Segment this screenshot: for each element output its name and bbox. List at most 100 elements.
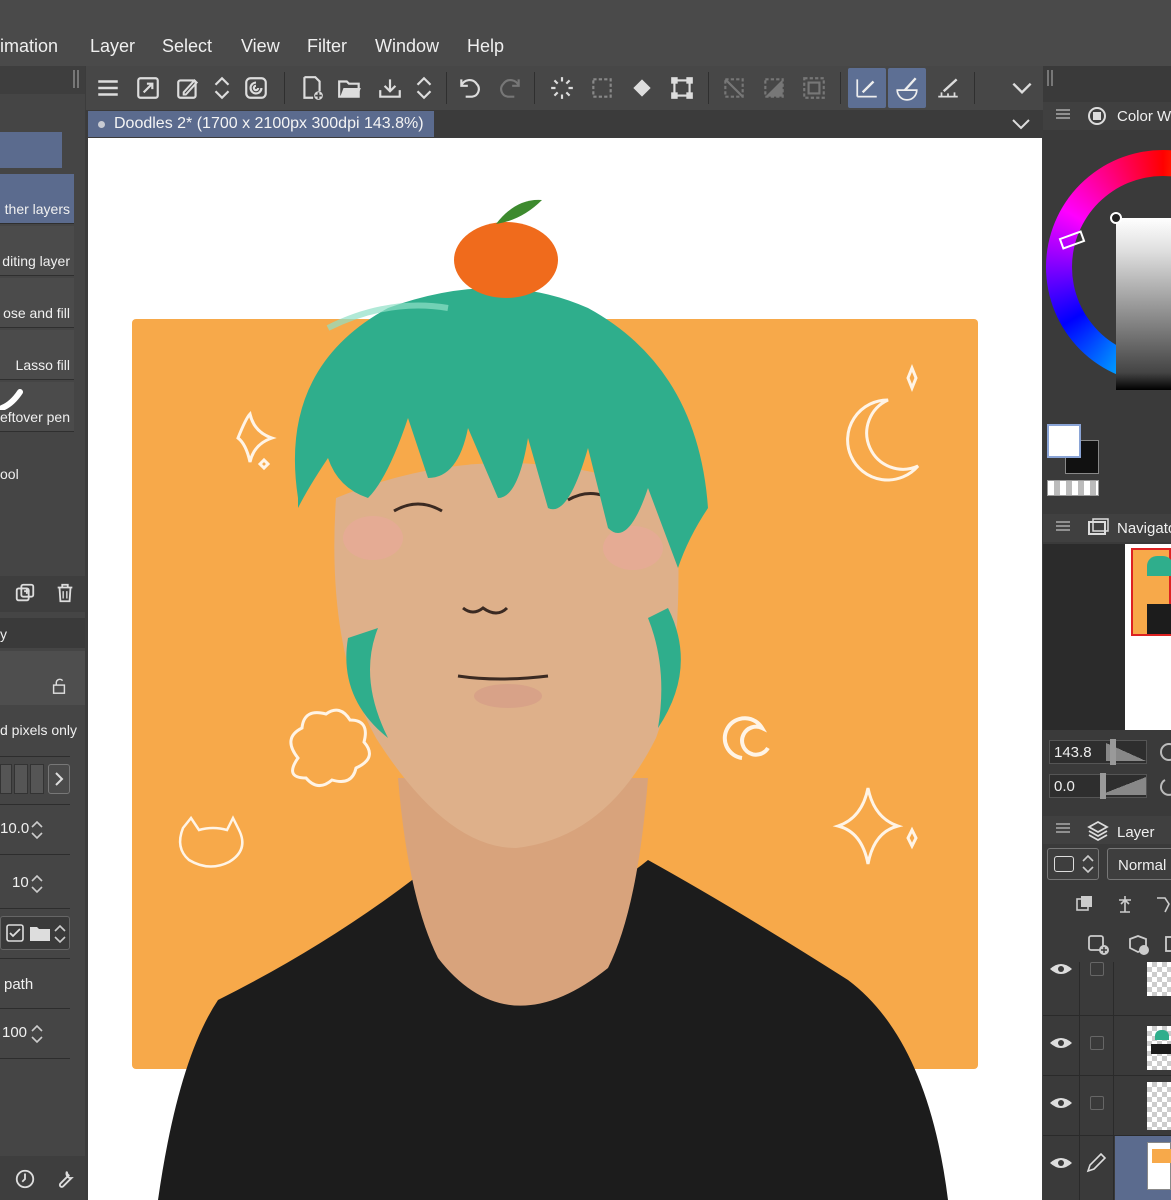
left-panel-footer bbox=[0, 1156, 85, 1200]
menu-view[interactable]: View bbox=[241, 36, 280, 57]
value-3[interactable]: 100 bbox=[2, 1024, 27, 1041]
layer-row[interactable] bbox=[1043, 1016, 1171, 1076]
color-wheel-title[interactable]: Color W bbox=[1117, 108, 1171, 125]
stepper-icon[interactable] bbox=[54, 923, 66, 945]
layer-checkbox[interactable] bbox=[1090, 1036, 1104, 1050]
sub-tool-item-other-layers[interactable]: ther layers bbox=[0, 174, 74, 224]
layer-row[interactable] bbox=[1043, 1076, 1171, 1136]
edit-settings-icon[interactable] bbox=[172, 72, 204, 104]
layer-row-selected[interactable] bbox=[1043, 1136, 1171, 1200]
chevron-right-icon[interactable] bbox=[48, 764, 70, 794]
loading-selection-icon[interactable] bbox=[546, 72, 578, 104]
layer-row[interactable] bbox=[1043, 962, 1171, 1016]
document-tab[interactable]: Doodles 2* (1700 x 2100px 300dpi 143.8%) bbox=[88, 111, 434, 137]
clock-icon[interactable] bbox=[14, 1168, 36, 1190]
new-canvas-icon[interactable] bbox=[296, 72, 328, 104]
stepper-icon[interactable] bbox=[30, 1022, 44, 1046]
eye-icon[interactable] bbox=[1049, 1036, 1073, 1050]
navigator-viewport[interactable] bbox=[1131, 548, 1171, 636]
up-down-icon[interactable] bbox=[408, 72, 440, 104]
resize-icon[interactable] bbox=[132, 72, 164, 104]
navigator-preview[interactable] bbox=[1043, 544, 1171, 730]
layer-checkbox[interactable] bbox=[1090, 1096, 1104, 1110]
color-wheel[interactable] bbox=[1046, 150, 1171, 450]
folder-icon[interactable] bbox=[29, 923, 51, 943]
lock-layer-icon[interactable] bbox=[1153, 894, 1171, 914]
path-control[interactable] bbox=[0, 916, 70, 950]
select-all-icon[interactable] bbox=[586, 72, 618, 104]
transparent-color-swatch[interactable] bbox=[1047, 480, 1099, 496]
color-picker-handle[interactable] bbox=[1110, 212, 1122, 224]
stepper-icon[interactable] bbox=[30, 818, 44, 842]
menu-icon[interactable] bbox=[1055, 108, 1071, 120]
rotation-field[interactable]: 0.0 bbox=[1049, 773, 1147, 799]
lock-icon[interactable] bbox=[50, 677, 68, 695]
pixels-only-label[interactable]: d pixels only bbox=[0, 722, 77, 738]
brush-snap-icon[interactable] bbox=[888, 68, 926, 108]
save-icon[interactable] bbox=[374, 72, 406, 104]
layer-checkbox[interactable] bbox=[1090, 962, 1104, 976]
fill-bucket-icon[interactable] bbox=[626, 72, 658, 104]
trash-icon[interactable] bbox=[54, 582, 76, 604]
menu-icon[interactable] bbox=[92, 72, 124, 104]
up-down-icon[interactable] bbox=[206, 72, 238, 104]
ruler-snap-icon[interactable] bbox=[848, 68, 886, 108]
reference-layer-icon[interactable] bbox=[1115, 894, 1135, 914]
tool-property-tab[interactable]: y bbox=[0, 626, 7, 642]
open-folder-icon[interactable] bbox=[334, 72, 366, 104]
clip-layer-icon[interactable] bbox=[1075, 894, 1095, 914]
color-wheel-tab-icon[interactable] bbox=[1087, 106, 1107, 126]
rotate-canvas-icon[interactable] bbox=[240, 72, 272, 104]
value-2[interactable]: 10 bbox=[12, 874, 29, 891]
grip-icon[interactable] bbox=[73, 70, 79, 88]
layers-icon[interactable] bbox=[1087, 820, 1109, 842]
blend-mode-select[interactable]: Normal bbox=[1107, 848, 1171, 880]
layer-toolbar-row2 bbox=[1043, 926, 1171, 962]
segment-control[interactable] bbox=[0, 764, 70, 794]
invert-selection-icon[interactable] bbox=[758, 72, 790, 104]
value-1[interactable]: 10.0 bbox=[0, 820, 29, 837]
duplicate-icon[interactable] bbox=[14, 582, 36, 604]
foreground-color-swatch[interactable] bbox=[1047, 424, 1081, 458]
sub-tool-group-tab[interactable] bbox=[0, 132, 62, 168]
navigator-title[interactable]: Navigato bbox=[1117, 520, 1171, 537]
new-raster-layer-icon[interactable] bbox=[1087, 934, 1111, 956]
navigator-icon[interactable] bbox=[1087, 518, 1109, 538]
saturation-value-square[interactable] bbox=[1116, 218, 1171, 390]
redo-icon[interactable] bbox=[494, 72, 526, 104]
stepper-icon[interactable] bbox=[30, 872, 44, 896]
eye-icon[interactable] bbox=[1049, 962, 1073, 976]
chevron-down-icon[interactable] bbox=[1006, 72, 1038, 104]
menu-select[interactable]: Select bbox=[162, 36, 212, 57]
selection-border-icon[interactable] bbox=[798, 72, 830, 104]
menu-layer[interactable]: Layer bbox=[90, 36, 135, 57]
sub-tool-item-editing-layer[interactable]: diting layer bbox=[0, 226, 74, 276]
layer-panel-title[interactable]: Layer bbox=[1117, 824, 1155, 841]
sub-tool-item-close-and-fill[interactable]: ose and fill bbox=[0, 278, 74, 328]
menu-animation[interactable]: imation bbox=[0, 36, 58, 57]
eye-icon[interactable] bbox=[1049, 1156, 1073, 1170]
menu-icon[interactable] bbox=[1055, 520, 1071, 532]
eye-icon[interactable] bbox=[1049, 1096, 1073, 1110]
menu-window[interactable]: Window bbox=[375, 36, 439, 57]
chevron-down-icon[interactable] bbox=[1010, 116, 1032, 132]
transform-icon[interactable] bbox=[666, 72, 698, 104]
special-ruler-icon[interactable] bbox=[932, 72, 964, 104]
menu-help[interactable]: Help bbox=[467, 36, 504, 57]
sub-tool-item-lasso-fill[interactable]: Lasso fill bbox=[0, 330, 74, 380]
menu-icon[interactable] bbox=[1055, 822, 1071, 834]
menu-filter[interactable]: Filter bbox=[307, 36, 347, 57]
checkbox-icon[interactable] bbox=[5, 923, 25, 943]
layer-color-control[interactable] bbox=[1047, 848, 1099, 880]
zoom-in-icon[interactable] bbox=[1159, 742, 1171, 762]
zoom-field[interactable]: 143.8 bbox=[1049, 739, 1147, 765]
undo-icon[interactable] bbox=[454, 72, 486, 104]
deselect-icon[interactable] bbox=[718, 72, 750, 104]
drawing-canvas[interactable] bbox=[88, 138, 1042, 1200]
new-folder-icon[interactable] bbox=[1165, 934, 1171, 956]
rotate-icon[interactable] bbox=[1159, 776, 1171, 796]
grip-icon[interactable] bbox=[1047, 70, 1053, 86]
wrench-icon[interactable] bbox=[54, 1168, 76, 1190]
sub-tool-item-leftover-pen[interactable]: eftover pen bbox=[0, 382, 74, 432]
new-vector-layer-icon[interactable] bbox=[1127, 934, 1151, 956]
